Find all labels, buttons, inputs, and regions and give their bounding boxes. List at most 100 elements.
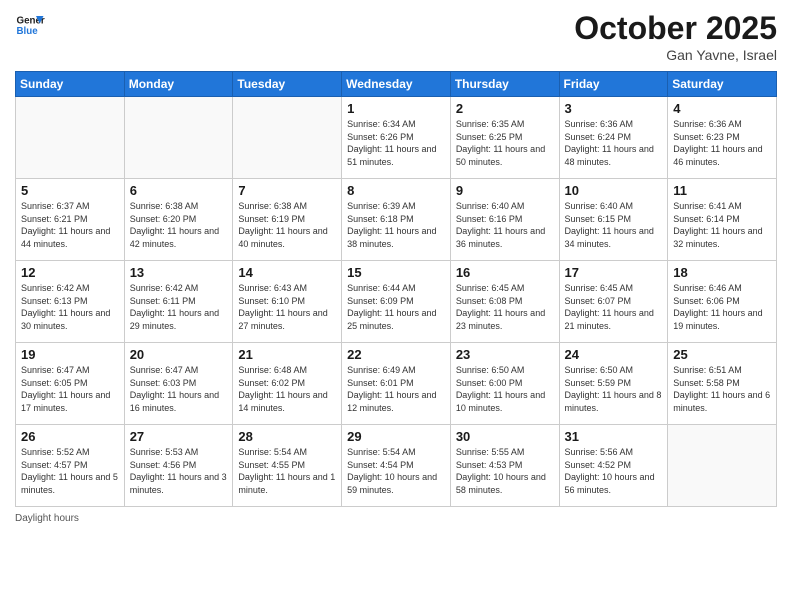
location: Gan Yavne, Israel xyxy=(574,47,777,63)
day-info: Sunrise: 6:38 AM Sunset: 6:20 PM Dayligh… xyxy=(130,200,228,250)
day-info: Sunrise: 6:40 AM Sunset: 6:16 PM Dayligh… xyxy=(456,200,554,250)
day-number: 22 xyxy=(347,347,445,362)
calendar-table: SundayMondayTuesdayWednesdayThursdayFrid… xyxy=(15,71,777,507)
day-header-monday: Monday xyxy=(124,72,233,97)
day-info: Sunrise: 6:46 AM Sunset: 6:06 PM Dayligh… xyxy=(673,282,771,332)
day-number: 3 xyxy=(565,101,663,116)
calendar-cell: 16Sunrise: 6:45 AM Sunset: 6:08 PM Dayli… xyxy=(450,261,559,343)
logo: General Blue xyxy=(15,10,45,40)
week-row-2: 12 Sunrise: 6:42 AM Sunset: 6:13 PM Dayli… xyxy=(16,261,777,343)
calendar-cell: 7 Sunrise: 6:38 AM Sunset: 6:19 PM Daylig… xyxy=(233,179,342,261)
day-info: Sunrise: 6:47 AM Sunset: 6:05 PM Dayligh… xyxy=(21,364,119,414)
calendar-cell: 3 Sunrise: 6:36 AM Sunset: 6:24 PM Daylig… xyxy=(559,97,668,179)
day-number: 23 xyxy=(456,347,554,362)
calendar-cell: 19 Sunrise: 6:47 AM Sunset: 6:05 PM Dayli… xyxy=(16,343,125,425)
day-info: Sunrise: 6:50 AM Sunset: 6:00 PM Dayligh… xyxy=(456,364,554,414)
day-header-friday: Friday xyxy=(559,72,668,97)
day-info: Sunrise: 6:40 AM Sunset: 6:15 PM Dayligh… xyxy=(565,200,663,250)
calendar-cell: 17Sunrise: 6:45 AM Sunset: 6:07 PM Dayli… xyxy=(559,261,668,343)
day-number: 27 xyxy=(130,429,228,444)
day-info: Sunrise: 5:56 AM Sunset: 4:52 PM Dayligh… xyxy=(565,446,663,496)
day-number: 16 xyxy=(456,265,554,280)
header-row: SundayMondayTuesdayWednesdayThursdayFrid… xyxy=(16,72,777,97)
logo-icon: General Blue xyxy=(15,10,45,40)
week-row-3: 19 Sunrise: 6:47 AM Sunset: 6:05 PM Dayli… xyxy=(16,343,777,425)
calendar-cell: 20Sunrise: 6:47 AM Sunset: 6:03 PM Dayli… xyxy=(124,343,233,425)
calendar-cell: 21Sunrise: 6:48 AM Sunset: 6:02 PM Dayli… xyxy=(233,343,342,425)
day-header-wednesday: Wednesday xyxy=(342,72,451,97)
calendar-cell: 1 Sunrise: 6:34 AM Sunset: 6:26 PM Daylig… xyxy=(342,97,451,179)
day-number: 17 xyxy=(565,265,663,280)
calendar-cell: 23 Sunrise: 6:50 AM Sunset: 6:00 PM Dayli… xyxy=(450,343,559,425)
day-info: Sunrise: 5:54 AM Sunset: 4:54 PM Dayligh… xyxy=(347,446,445,496)
calendar-cell: 10Sunrise: 6:40 AM Sunset: 6:15 PM Dayli… xyxy=(559,179,668,261)
calendar-cell: 26 Sunrise: 5:52 AM Sunset: 4:57 PM Dayli… xyxy=(16,425,125,507)
calendar-cell: 6 Sunrise: 6:38 AM Sunset: 6:20 PM Daylig… xyxy=(124,179,233,261)
day-number: 1 xyxy=(347,101,445,116)
day-info: Sunrise: 6:48 AM Sunset: 6:02 PM Dayligh… xyxy=(238,364,336,414)
calendar-cell: 27 Sunrise: 5:53 AM Sunset: 4:56 PM Dayli… xyxy=(124,425,233,507)
day-info: Sunrise: 5:54 AM Sunset: 4:55 PM Dayligh… xyxy=(238,446,336,496)
week-row-0: 1 Sunrise: 6:34 AM Sunset: 6:26 PM Daylig… xyxy=(16,97,777,179)
day-number: 18 xyxy=(673,265,771,280)
calendar-cell: 12 Sunrise: 6:42 AM Sunset: 6:13 PM Dayli… xyxy=(16,261,125,343)
daylight-label: Daylight hours xyxy=(15,513,79,524)
day-info: Sunrise: 6:38 AM Sunset: 6:19 PM Dayligh… xyxy=(238,200,336,250)
day-number: 14 xyxy=(238,265,336,280)
day-info: Sunrise: 6:47 AM Sunset: 6:03 PM Dayligh… xyxy=(130,364,228,414)
day-number: 8 xyxy=(347,183,445,198)
week-row-4: 26 Sunrise: 5:52 AM Sunset: 4:57 PM Dayli… xyxy=(16,425,777,507)
day-info: Sunrise: 5:55 AM Sunset: 4:53 PM Dayligh… xyxy=(456,446,554,496)
header: General Blue October 2025 Gan Yavne, Isr… xyxy=(15,10,777,63)
title-block: October 2025 Gan Yavne, Israel xyxy=(574,10,777,63)
calendar-cell: 14 Sunrise: 6:43 AM Sunset: 6:10 PM Dayli… xyxy=(233,261,342,343)
day-header-thursday: Thursday xyxy=(450,72,559,97)
month-title: October 2025 xyxy=(574,10,777,47)
calendar-cell: 31 Sunrise: 5:56 AM Sunset: 4:52 PM Dayli… xyxy=(559,425,668,507)
day-number: 13 xyxy=(130,265,228,280)
day-header-sunday: Sunday xyxy=(16,72,125,97)
calendar-cell: 30 Sunrise: 5:55 AM Sunset: 4:53 PM Dayli… xyxy=(450,425,559,507)
calendar-cell: 25 Sunrise: 6:51 AM Sunset: 5:58 PM Dayli… xyxy=(668,343,777,425)
calendar-cell xyxy=(668,425,777,507)
calendar-cell: 18 Sunrise: 6:46 AM Sunset: 6:06 PM Dayli… xyxy=(668,261,777,343)
day-info: Sunrise: 6:43 AM Sunset: 6:10 PM Dayligh… xyxy=(238,282,336,332)
day-info: Sunrise: 6:51 AM Sunset: 5:58 PM Dayligh… xyxy=(673,364,771,414)
day-info: Sunrise: 6:34 AM Sunset: 6:26 PM Dayligh… xyxy=(347,118,445,168)
day-info: Sunrise: 6:42 AM Sunset: 6:13 PM Dayligh… xyxy=(21,282,119,332)
day-number: 26 xyxy=(21,429,119,444)
page: General Blue October 2025 Gan Yavne, Isr… xyxy=(0,0,792,612)
footer: Daylight hours xyxy=(15,513,777,524)
day-number: 24 xyxy=(565,347,663,362)
day-header-saturday: Saturday xyxy=(668,72,777,97)
day-info: Sunrise: 6:44 AM Sunset: 6:09 PM Dayligh… xyxy=(347,282,445,332)
day-number: 6 xyxy=(130,183,228,198)
calendar-cell: 13 Sunrise: 6:42 AM Sunset: 6:11 PM Dayli… xyxy=(124,261,233,343)
day-info: Sunrise: 6:49 AM Sunset: 6:01 PM Dayligh… xyxy=(347,364,445,414)
day-info: Sunrise: 6:41 AM Sunset: 6:14 PM Dayligh… xyxy=(673,200,771,250)
day-number: 2 xyxy=(456,101,554,116)
day-number: 12 xyxy=(21,265,119,280)
calendar-cell: 29Sunrise: 5:54 AM Sunset: 4:54 PM Dayli… xyxy=(342,425,451,507)
day-info: Sunrise: 6:37 AM Sunset: 6:21 PM Dayligh… xyxy=(21,200,119,250)
day-number: 25 xyxy=(673,347,771,362)
day-header-tuesday: Tuesday xyxy=(233,72,342,97)
day-number: 4 xyxy=(673,101,771,116)
day-number: 9 xyxy=(456,183,554,198)
calendar-cell: 11Sunrise: 6:41 AM Sunset: 6:14 PM Dayli… xyxy=(668,179,777,261)
calendar-cell xyxy=(233,97,342,179)
day-info: Sunrise: 6:39 AM Sunset: 6:18 PM Dayligh… xyxy=(347,200,445,250)
day-number: 7 xyxy=(238,183,336,198)
calendar-cell: 15Sunrise: 6:44 AM Sunset: 6:09 PM Dayli… xyxy=(342,261,451,343)
day-info: Sunrise: 6:36 AM Sunset: 6:24 PM Dayligh… xyxy=(565,118,663,168)
calendar-cell: 9 Sunrise: 6:40 AM Sunset: 6:16 PM Daylig… xyxy=(450,179,559,261)
calendar-cell: 5Sunrise: 6:37 AM Sunset: 6:21 PM Daylig… xyxy=(16,179,125,261)
calendar-cell: 22 Sunrise: 6:49 AM Sunset: 6:01 PM Dayli… xyxy=(342,343,451,425)
day-info: Sunrise: 5:52 AM Sunset: 4:57 PM Dayligh… xyxy=(21,446,119,496)
day-info: Sunrise: 5:53 AM Sunset: 4:56 PM Dayligh… xyxy=(130,446,228,496)
day-number: 31 xyxy=(565,429,663,444)
day-info: Sunrise: 6:42 AM Sunset: 6:11 PM Dayligh… xyxy=(130,282,228,332)
day-number: 30 xyxy=(456,429,554,444)
day-number: 19 xyxy=(21,347,119,362)
calendar-cell: 24Sunrise: 6:50 AM Sunset: 5:59 PM Dayli… xyxy=(559,343,668,425)
